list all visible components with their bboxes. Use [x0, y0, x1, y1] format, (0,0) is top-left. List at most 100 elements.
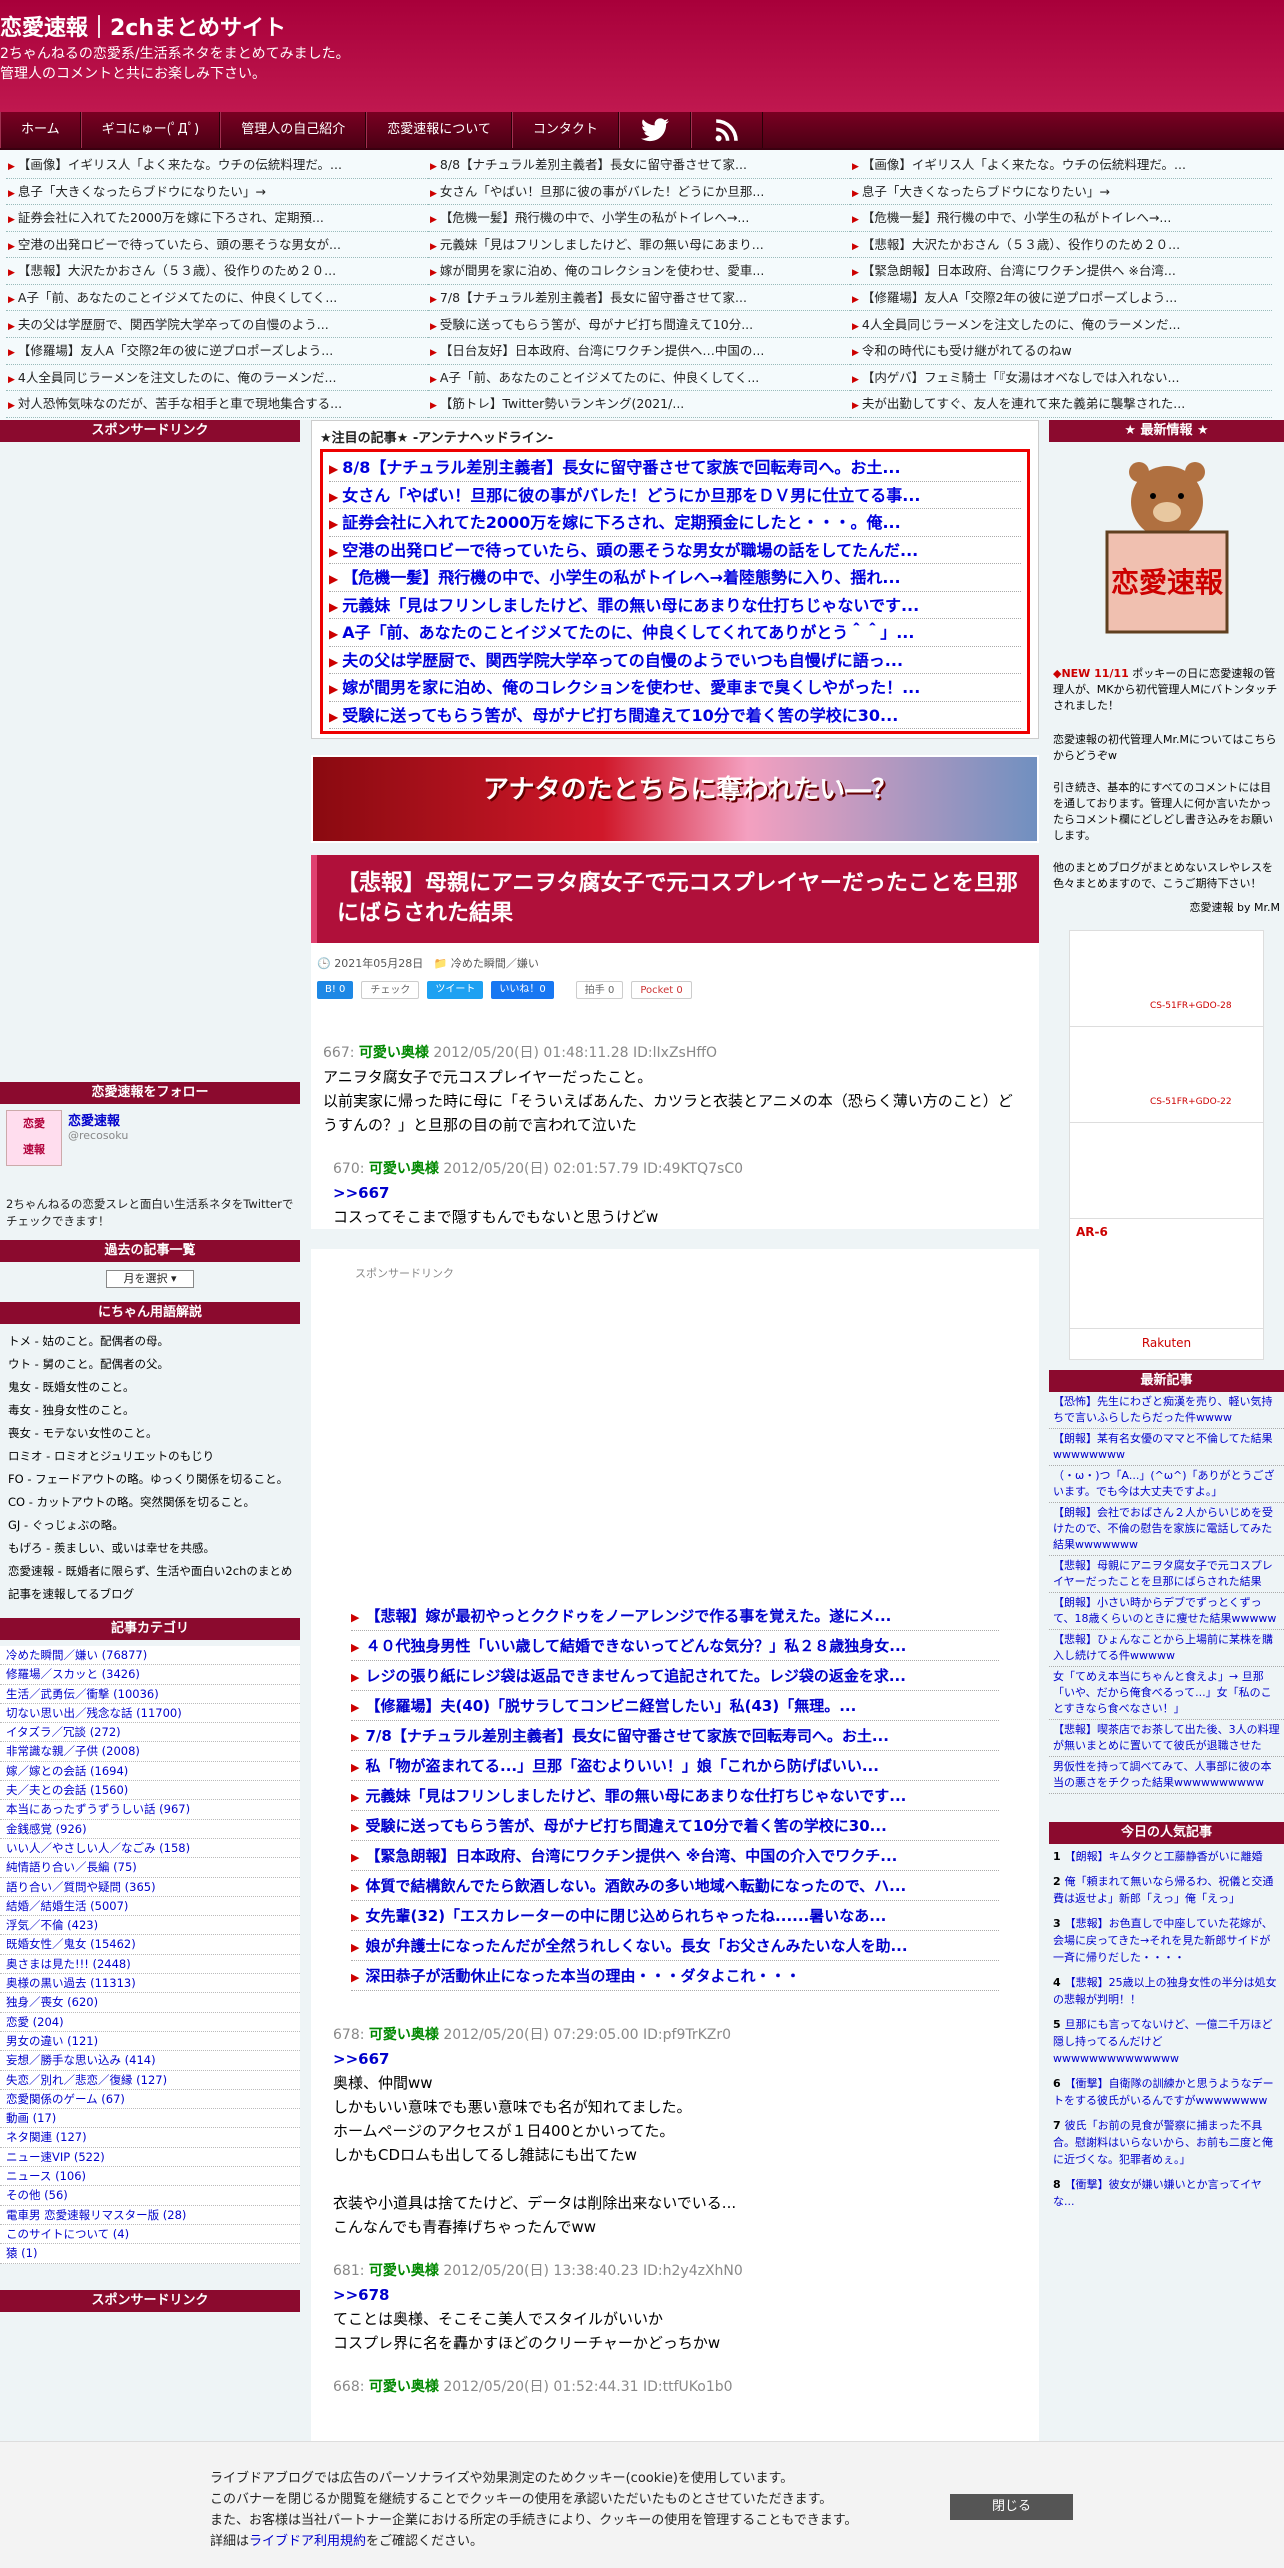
account-name[interactable]: 恋愛速報 — [68, 1110, 128, 1129]
category-link[interactable]: 浮気／不倫 (423) — [0, 1916, 300, 1936]
antenna-link[interactable]: 8/8【ナチュラル差別主義者】長女に留守番させて家族で回転寿司へ。お土... — [329, 454, 1021, 482]
tweet-button[interactable]: ツイート — [427, 981, 484, 999]
rss-icon[interactable] — [690, 112, 763, 148]
category-link[interactable]: 電車男 恋愛速報リマスター版 (28) — [0, 2205, 300, 2225]
ticker-link[interactable]: 【悲報】大沢たかおさん（５３歳）、役作りのため２０... — [6, 258, 428, 285]
related-link[interactable]: ４０代独身男性「いい歳して結婚できないってどんな気分？」私２８歳独身女... — [351, 1631, 999, 1661]
related-link[interactable]: 【修羅場】夫(40)「脱サラしてコンビニ経営したい」私(43)「無理。... — [351, 1691, 999, 1721]
nav-giko[interactable]: ギコにゅー(ﾟДﾟ) — [80, 112, 221, 148]
ticker-link[interactable]: A子「前、あなたのことイジメてたのに、仲良くしてく... — [6, 285, 428, 312]
antenna-link[interactable]: A子「前、あなたのことイジメてたのに、仲良くしてくれてありがとう＾＾」... — [329, 619, 1021, 647]
nav-about[interactable]: 恋愛速報について — [366, 112, 512, 148]
category-link[interactable]: ネタ関連 (127) — [0, 2128, 300, 2148]
nav-profile[interactable]: 管理人の自己紹介 — [220, 112, 367, 148]
ticker-link[interactable]: 【危機一髪】飛行機の中で、小学生の私がトイレへ→... — [428, 205, 850, 232]
ranking-item[interactable]: 5 旦那にも言ってないけど、一億二千万ほど隠し持ってるんだけどwwwwwwwwww… — [1049, 2012, 1284, 2071]
category-link[interactable]: 本当にあったずうずうしい話 (967) — [0, 1800, 300, 1820]
res-anchor[interactable]: >>678 — [333, 2283, 1027, 2307]
ranking-item[interactable]: 7 彼氏「お前の見食が警察に捕まった不具合。慰謝料はいらないから、お前も二度と俺に… — [1049, 2113, 1284, 2172]
category-link[interactable]: 生活／武勇伝／衝撃 (10036) — [0, 1684, 300, 1704]
related-link[interactable]: 女先輩(32)「エスカレーターの中に閉じ込められちゃったね......暑いなあ.… — [351, 1901, 999, 1931]
antenna-link[interactable]: 空港の出発ロビーで待っていたら、頭の悪そうな男女が職場の話をしてたんだ... — [329, 537, 1021, 564]
category-link[interactable]: 奥様の黒い過去 (11313) — [0, 1974, 300, 1994]
ticker-link[interactable]: 夫の父は学歴厨で、関西学院大学卒っての自慢のよう... — [6, 312, 428, 339]
category-link[interactable]: 猿 (1) — [0, 2244, 300, 2264]
ticker-link[interactable]: 【画像】イギリス人「よく来たな。ウチの伝統料理だ。... — [6, 152, 428, 179]
ticker-link[interactable]: 【悲報】大沢たかおさん（５３歳）、役作りのため２０... — [850, 232, 1272, 259]
antenna-link[interactable]: 受験に送ってもらう筈が、母がナビ打ち間違えて10分で着く筈の学校に30... — [329, 702, 1021, 729]
latest-post-link[interactable]: 【朗報】某有名女優のママと不倫してた結果wwwwwwww — [1049, 1429, 1284, 1466]
ranking-item[interactable]: 4 【悲報】25歳以上の独身女性の半分は処女の悲報が判明！！ — [1049, 1970, 1284, 2012]
latest-post-link[interactable]: 【悲報】喫茶店でお茶して出た後、3人の料理が無いまとめに置いてて彼氏が退職させた — [1049, 1720, 1284, 1757]
ticker-link[interactable]: 受験に送ってもらう筈が、母がナビ打ち間違えて10分... — [428, 312, 850, 339]
category-link[interactable]: 独身／喪女 (620) — [0, 1993, 300, 2013]
category-link[interactable]: 純情語り合い／長編 (75) — [0, 1858, 300, 1878]
like-button[interactable]: いいね！0 — [491, 981, 554, 999]
ticker-link[interactable]: 証券会社に入れてた2000万を嫁に下ろされ、定期預... — [6, 205, 428, 232]
category-link[interactable]: ニュー速VIP (522) — [0, 2147, 300, 2168]
ranking-link[interactable]: 彼氏「お前の見食が警察に捕まった不具合。慰謝料はいらないから、お前も二度と俺に近… — [1053, 2119, 1273, 2166]
ticker-link[interactable]: 息子「大きくなったらブドウになりたい」→ — [6, 179, 428, 206]
res-anchor[interactable]: >>667 — [333, 1181, 1027, 1205]
latest-post-link[interactable]: 【悲報】母親にアニヲタ腐女子で元コスプレイヤーだったことを旦那にばらされた結果 — [1049, 1556, 1284, 1593]
antenna-link[interactable]: 【危機一髪】飛行機の中で、小学生の私がトイレへ→着陸態勢に入り、揺れ... — [329, 564, 1021, 592]
antenna-link[interactable]: 女さん「やばい！旦那に彼の事がバレた！どうにか旦那をＤＶ男に仕立てる事... — [329, 482, 1021, 509]
latest-post-link[interactable]: 【朗報】会社でおばさん２人からいじめを受けたので、不倫の慰告を家族に電話してみた… — [1049, 1503, 1284, 1556]
ticker-link[interactable]: 【修羅場】友人A「交際2年の彼に逆プロポーズしよう... — [850, 285, 1272, 312]
ranking-link[interactable]: 【衝撃】自衛隊の訓練かと思うようなデートをする彼氏がいるんですがwwwwwwww — [1053, 2077, 1274, 2107]
latest-post-link[interactable]: 【朗報】小さい時からデブでずっとくずって、18歳くらいのときに痩せた結果wwww… — [1049, 1593, 1284, 1630]
related-link[interactable]: 7/8【ナチュラル差別主義者】長女に留守番させて家族で回転寿司へ。お土... — [351, 1721, 999, 1751]
category-link[interactable]: ニュース (106) — [0, 2167, 300, 2187]
category-link[interactable]: 奥さまは見た!!! (2448) — [0, 1954, 300, 1975]
ticker-link[interactable]: 【修羅場】友人A「交際2年の彼に逆プロポーズしよう... — [6, 338, 428, 365]
ranking-link[interactable]: 俺「頼まれて無いなら帰るわ、祝儀と交通費は返せよ」新郎「えっ」俺「えっ」 — [1053, 1875, 1273, 1905]
category-link[interactable]: その他 (56) — [0, 2186, 300, 2206]
ticker-link[interactable]: 8/8【ナチュラル差別主義者】長女に留守番させて家... — [428, 152, 850, 179]
article-category[interactable]: 冷めた瞬間／嫌い — [451, 957, 539, 970]
site-title[interactable]: 恋愛速報｜2chまとめサイト — [0, 14, 1284, 44]
ticker-link[interactable]: 【緊急朗報】日本政府、台湾にワクチン提供へ ※台湾... — [850, 258, 1272, 285]
ranking-link[interactable]: 旦那にも言ってないけど、一億二千万ほど隠し持ってるんだけどwwwwwwwwwww… — [1053, 2018, 1273, 2065]
ticker-link[interactable]: 令和の時代にも受け継がれてるのねw — [850, 338, 1272, 365]
ticker-link[interactable]: 7/8【ナチュラル差別主義者】長女に留守番させて家... — [428, 285, 850, 312]
category-link[interactable]: 切ない思い出／残念な話 (11700) — [0, 1703, 300, 1724]
category-link[interactable]: このサイトについて (4) — [0, 2224, 300, 2245]
related-link[interactable]: 体質で結構飲んでたら飲酒しない。酒飲みの多い地域へ転勤になったので、ハ... — [351, 1871, 999, 1901]
ticker-link[interactable]: 対人恐怖気味なのだが、苦手な相手と車で現地集合する... — [6, 391, 428, 418]
nav-contact[interactable]: コンタクト — [511, 112, 619, 148]
ranking-item[interactable]: 1 【朗報】キムタクと工藤静香がいに離婚 — [1049, 1844, 1284, 1869]
hatena-button[interactable]: B! 0 — [317, 981, 354, 999]
res-anchor[interactable]: >>667 — [333, 2047, 1027, 2071]
check-button[interactable]: チェック — [361, 981, 420, 999]
category-link[interactable]: 冷めた瞬間／嫌い (76877) — [0, 1646, 300, 1666]
ticker-link[interactable]: 【画像】イギリス人「よく来たな。ウチの伝統料理だ。... — [850, 152, 1272, 179]
related-link[interactable]: 受験に送ってもらう筈が、母がナビ打ち間違えて10分で着く筈の学校に30... — [351, 1811, 999, 1841]
ranking-item[interactable]: 6 【衝撃】自衛隊の訓練かと思うようなデートをする彼氏がいるんですがwwwwwww… — [1049, 2071, 1284, 2113]
category-link[interactable]: 恋愛 (204) — [0, 2012, 300, 2032]
ranking-link[interactable]: 【悲報】お色直しで中座していた花嫁が、会場に戻ってきた→それを見た新郎サイドが一… — [1053, 1917, 1273, 1964]
terms-link[interactable]: ライブドア利用規約 — [249, 2534, 366, 2549]
ranking-link[interactable]: 【衝撃】彼女が嫌い嫌いとか言ってイヤな... — [1053, 2178, 1262, 2208]
ranking-item[interactable]: 3 【悲報】お色直しで中座していた花嫁が、会場に戻ってきた→それを見た新郎サイドが… — [1049, 1911, 1284, 1970]
related-link[interactable]: 元義妹「見はフリンしましたけど、罪の無い母にあまりな仕打ちじゃないです... — [351, 1781, 999, 1811]
ticker-link[interactable]: A子「前、あなたのことイジメてたのに、仲良くしてく... — [428, 365, 850, 392]
hakushu-button[interactable]: 拍手 0 — [575, 981, 624, 999]
latest-post-link[interactable]: 【悲報】ひょんなことから上場前に某株を購入し続けてる件wwwww — [1049, 1630, 1284, 1667]
ticker-link[interactable]: 嫁が間男を家に泊め、俺のコレクションを使わせ、愛車... — [428, 258, 850, 285]
related-link[interactable]: 深田恭子が活動休止になった本当の理由・・・ダタよこれ・・・ — [351, 1961, 999, 1991]
category-link[interactable]: 金銭感覚 (926) — [0, 1819, 300, 1839]
product-ad[interactable]: CS-51FR+GDO-28 CS-51FR+GDO-22 AR-6 Rakut… — [1069, 930, 1264, 1360]
related-link[interactable]: 【緊急朗報】日本政府、台湾にワクチン提供へ ※台湾、中国の介入でワクチ... — [351, 1841, 999, 1871]
ticker-link[interactable]: 【内ゲバ】フェミ騎士「『女湯はオベなしでは入れない... — [850, 365, 1272, 392]
ranking-item[interactable]: 8 【衝撃】彼女が嫌い嫌いとか言ってイヤな... — [1049, 2172, 1284, 2214]
category-link[interactable]: 失恋／別れ／悲恋／復縁 (127) — [0, 2070, 300, 2090]
category-link[interactable]: 妄想／勝手な思い込み (414) — [0, 2051, 300, 2071]
ticker-link[interactable]: 【筋トレ】Twitter勢いランキング(2021/... — [428, 391, 850, 418]
ranking-link[interactable]: 【悲報】25歳以上の独身女性の半分は処女の悲報が判明！！ — [1053, 1976, 1277, 2006]
antenna-link[interactable]: 元義妹「見はフリンしましたけど、罪の無い母にあまりな仕打ちじゃないです... — [329, 592, 1021, 619]
ticker-link[interactable]: 4人全員同じラーメンを注文したのに、俺のラーメンだ... — [850, 312, 1272, 339]
category-link[interactable]: いい人／やさしい人／なごみ (158) — [0, 1838, 300, 1859]
category-link[interactable]: 既婚女性／鬼女 (15462) — [0, 1935, 300, 1955]
account-id[interactable]: @recosoku — [68, 1129, 128, 1142]
ticker-link[interactable]: 【日台友好】日本政府、台湾にワクチン提供へ…中国の... — [428, 338, 850, 365]
